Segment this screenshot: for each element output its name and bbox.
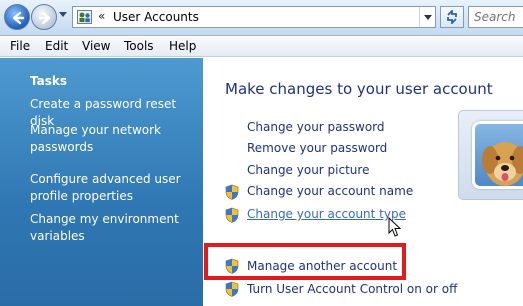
- uac-shield-icon: [225, 184, 239, 200]
- page-heading: Make changes to your user account: [225, 80, 493, 98]
- menu-bar: File Edit View Tools Help: [0, 37, 523, 57]
- refresh-button[interactable]: [440, 6, 464, 28]
- menu-tools[interactable]: Tools: [124, 39, 154, 53]
- sidebar-item-manage-network-passwords[interactable]: Manage your network passwords: [30, 122, 195, 156]
- turn-uac-on-off-link[interactable]: Turn User Account Control on or off: [247, 282, 457, 296]
- tasks-sidebar: Tasks Create a password reset disk Manag…: [0, 58, 203, 306]
- dog-picture-icon: [482, 142, 523, 186]
- forward-button[interactable]: [31, 4, 57, 30]
- remove-password-link[interactable]: Remove your password: [247, 141, 387, 155]
- menu-file[interactable]: File: [10, 39, 30, 53]
- menu-view[interactable]: View: [82, 39, 110, 53]
- sidebar-item-environment-variables[interactable]: Change my environment variables: [30, 211, 195, 245]
- address-toolbar: « User Accounts: [0, 0, 523, 36]
- user-accounts-icon: [77, 10, 92, 24]
- address-dropdown-button[interactable]: [419, 7, 435, 27]
- mouse-cursor-icon: [388, 217, 402, 237]
- search-input[interactable]: [474, 7, 523, 27]
- sidebar-title: Tasks: [30, 74, 68, 88]
- sidebar-item-advanced-profile-properties[interactable]: Configure advanced user profile properti…: [30, 171, 195, 205]
- highlight-box: [204, 243, 406, 280]
- address-box[interactable]: « User Accounts: [72, 6, 436, 28]
- change-account-type-link[interactable]: Change your account type: [247, 207, 406, 221]
- uac-shield-icon: [225, 281, 239, 297]
- back-arrow-icon: [12, 11, 25, 25]
- breadcrumb-user-accounts[interactable]: User Accounts: [113, 10, 199, 24]
- uac-shield-icon: [225, 207, 239, 223]
- change-picture-link[interactable]: Change your picture: [247, 163, 369, 177]
- change-password-link[interactable]: Change your password: [247, 120, 385, 134]
- menu-edit[interactable]: Edit: [45, 39, 68, 53]
- search-box[interactable]: [468, 6, 523, 28]
- forward-arrow-icon: [38, 11, 51, 25]
- menu-help[interactable]: Help: [169, 39, 196, 53]
- back-button[interactable]: [4, 4, 30, 30]
- change-account-name-link[interactable]: Change your account name: [247, 184, 413, 198]
- user-picture: [472, 121, 523, 189]
- breadcrumb-chevron[interactable]: «: [98, 9, 105, 23]
- recent-pages-dropdown[interactable]: [59, 12, 67, 17]
- refresh-icon: [447, 10, 457, 24]
